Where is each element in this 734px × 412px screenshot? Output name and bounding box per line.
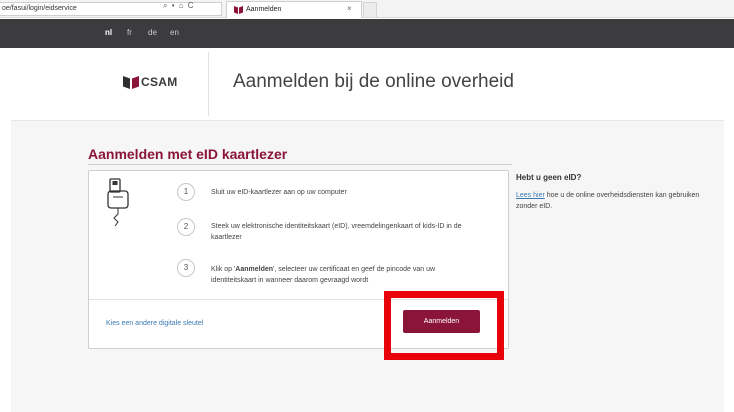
address-bar-tools[interactable]: ⌕ • ⌂ C: [163, 0, 195, 12]
browser-tab[interactable]: Aanmelden ×: [226, 1, 362, 18]
step-text: Sluit uw eID-kaartlezer aan op uw comput…: [211, 189, 347, 196]
page-title: Aanmelden bij de online overheid: [233, 71, 514, 92]
language-de[interactable]: de: [148, 28, 157, 38]
language-nl[interactable]: nl: [105, 28, 112, 38]
csam-logo-icon: [123, 76, 139, 89]
highlight-annotation: [384, 291, 504, 360]
tab-close-icon[interactable]: ×: [347, 4, 352, 14]
tab-title: Aanmelden: [246, 6, 282, 13]
csam-favicon-icon: [234, 6, 243, 14]
section-divider: [88, 164, 512, 165]
step-number: 1: [177, 183, 195, 201]
no-eid-text: Lees hier hoe u de online overheidsdiens…: [516, 190, 716, 212]
language-en[interactable]: en: [170, 28, 179, 38]
no-eid-heading: Hebt u geen eID?: [516, 173, 582, 182]
step-text-part: Klik op ': [211, 266, 236, 273]
section-title: Aanmelden met eID kaartlezer: [88, 146, 288, 162]
address-bar-url: oe/fasui/login/eidservice: [2, 5, 77, 12]
header-divider: [208, 52, 209, 116]
new-tab-button[interactable]: [363, 2, 377, 17]
card-reader-icon: [107, 178, 129, 227]
logo-text: CSAM: [141, 75, 178, 89]
step-text-bold: Aanmelden: [235, 266, 274, 273]
page-header: CSAM Aanmelden bij de online overheid: [0, 48, 734, 116]
language-bar: nl fr de en: [0, 19, 734, 48]
step-number: 2: [177, 218, 195, 236]
main-content: Aanmelden met eID kaartlezer 1 Sluit uw …: [11, 120, 724, 412]
language-fr[interactable]: fr: [127, 28, 132, 38]
step-text: Klik op 'Aanmelden', selecteer uw certif…: [211, 264, 473, 286]
step-text: Steek uw elektronische identiteitskaart …: [211, 223, 462, 241]
browser-toolbar: oe/fasui/login/eidservice ⌕ • ⌂ C Aanmel…: [0, 0, 734, 18]
alternative-key-link[interactable]: Kies een andere digitale sleutel: [106, 319, 203, 329]
read-here-link[interactable]: Lees hier: [516, 192, 545, 199]
step-number: 3: [177, 259, 195, 277]
